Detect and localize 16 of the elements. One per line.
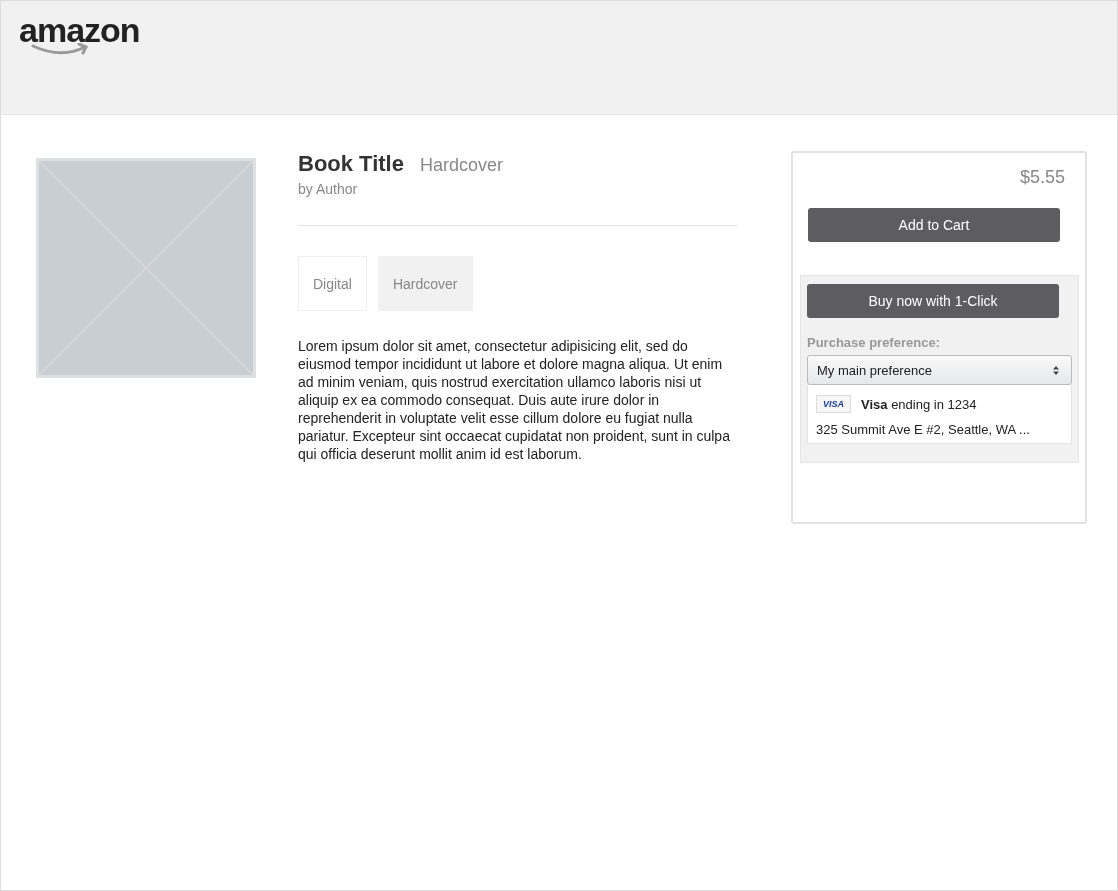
card-logo: VISA: [816, 395, 851, 413]
smile-arrow-icon: [31, 43, 91, 57]
price: $5.55: [1018, 167, 1065, 188]
description: Lorem ipsum dolor sit amet, consectetur adipisicing elit, sed do eiusmod tempor incididunt ut labore et dolore magna aliqua. Ut enim ad minim veniam, quis nostrud exercitation ullamco laboris nisi ut aliquip ex ea commodo consequat. Duis aute irure dolor in reprehenderit in voluptate velit esse cillum dolore eu fugiat nulla pariatur. Excepteur sint occaecat cupidatat non proident, sunt in culpa qui officia deserunt mollit anim id est laborum.: [298, 337, 731, 463]
card-info: Visa ending in 1234: [861, 396, 977, 412]
logo-text[interactable]: amazon: [19, 15, 140, 45]
buy-now-button[interactable]: Buy now with 1-Click: [807, 284, 1059, 318]
author-link[interactable]: by Author: [298, 181, 738, 197]
add-to-cart-button[interactable]: Add to Cart: [808, 208, 1060, 242]
updown-caret-icon: [1053, 365, 1059, 375]
preference-select[interactable]: My main preference: [807, 355, 1072, 385]
preference-label: Purchase preference:: [807, 335, 941, 350]
book-format: Hardcover: [419, 155, 503, 176]
format-option[interactable]: Digital: [298, 256, 367, 311]
shipping-address: 325 Summit Ave E #2, Seattle, WA ...: [816, 422, 1031, 437]
book-title: Book Title: [298, 151, 404, 177]
